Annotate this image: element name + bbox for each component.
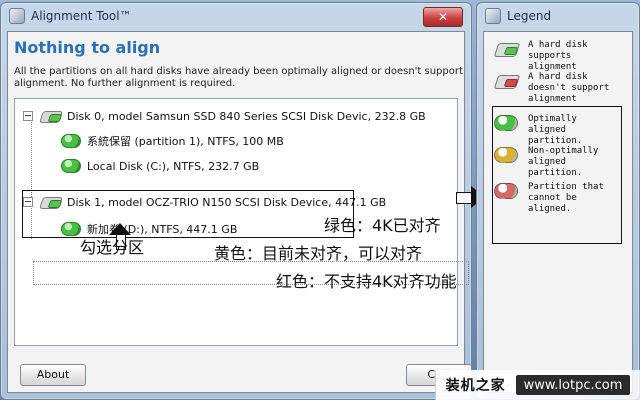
legend-item-partition-optimal: Optimally aligned partition. (494, 114, 620, 147)
hard-disk-icon (494, 41, 518, 57)
expand-toggle-icon[interactable] (23, 111, 33, 121)
tree-row-label: 系統保留 (partition 1), NTFS, 100 MB (87, 135, 284, 148)
partition-icon (494, 115, 518, 131)
main-title: Alignment Tool™ (31, 9, 132, 23)
tree-row-label: Disk 0, model Samsun SSD 840 Series SCSI… (67, 109, 426, 123)
legend-item-disk-unsupported: A hard disk doesn't support alignment (494, 72, 624, 105)
site-watermark: 装机之家 www.lotpc.com (435, 370, 640, 400)
main-titlebar: Alignment Tool™ (1, 3, 471, 29)
legend-label: A hard disk supports alignment (528, 40, 588, 72)
partition-icon (494, 147, 518, 163)
legend-label: Optimally aligned partition. (528, 114, 583, 146)
watermark-right: www.lotpc.com (515, 375, 631, 395)
legend-label: Partition that cannot be aligned. (528, 182, 604, 214)
legend-label: A hard disk doesn't support alignment (528, 72, 610, 104)
hard-disk-icon (39, 109, 61, 123)
legend-item-partition-nonoptimal: Non-optimally aligned partition. (494, 146, 620, 179)
hard-disk-icon (494, 73, 518, 89)
info-message: All the partitions on all hard disks hav… (14, 66, 463, 89)
about-button[interactable]: About (20, 364, 86, 386)
legend-window: Legend A hard disk supports alignment A … (476, 2, 640, 400)
watermark-left: 装机之家 (445, 378, 506, 394)
annotation-yellow: 黄色：目前未对齐，可以对齐 (214, 244, 423, 263)
partition-green-icon (61, 134, 81, 148)
tree-row-disk-0[interactable]: Disk 0, model Samsun SSD 840 Series SCSI… (23, 109, 426, 123)
legend-title: Legend (507, 9, 552, 23)
legend-titlebar: Legend (477, 3, 639, 29)
annotation-selection-box (22, 190, 354, 238)
legend-label: Non-optimally aligned partition. (528, 146, 599, 178)
legend-item-disk-supported: A hard disk supports alignment (494, 40, 624, 73)
legend-client-area: A hard disk supports alignment A hard di… (483, 31, 633, 393)
partition-icon (494, 183, 518, 199)
tree-row-partition-1[interactable]: 系統保留 (partition 1), NTFS, 100 MB (61, 133, 284, 149)
alignment-tool-window: Alignment Tool™ ✕ Nothing to align All t… (0, 2, 472, 400)
partition-green-icon (61, 159, 81, 173)
tree-row-local-disk-c[interactable]: Local Disk (C:), NTFS, 232.7 GB (61, 159, 259, 173)
legend-item-partition-unalignable: Partition that cannot be aligned. (494, 182, 620, 215)
main-client-area: Nothing to align All the partitions on a… (7, 31, 472, 393)
annotation-select-partition: 勾选分区 (80, 238, 145, 257)
headline: Nothing to align (14, 38, 161, 57)
tree-row-label: Local Disk (C:), NTFS, 232.7 GB (87, 159, 260, 173)
window-close-button[interactable]: ✕ (423, 7, 463, 27)
annotation-green: 绿色：4K已对齐 (324, 216, 441, 235)
app-icon (485, 8, 501, 24)
annotation-red: 红色：不支持4K对齐功能 (276, 272, 457, 291)
app-icon (9, 8, 25, 24)
